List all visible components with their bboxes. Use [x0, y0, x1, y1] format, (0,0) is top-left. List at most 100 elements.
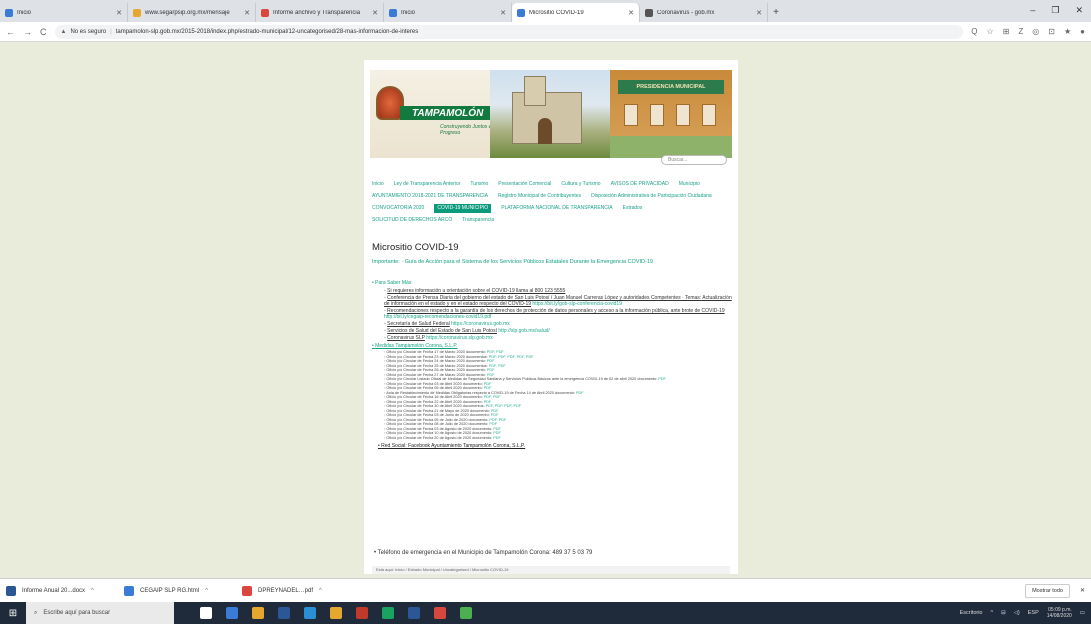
pdf-link[interactable]: PDF [491, 413, 499, 417]
extension-icon[interactable]: ⊡ [1048, 27, 1055, 36]
download-item[interactable]: Informe Anual 20...docx ^ [6, 585, 114, 596]
browser-tab[interactable]: Coronavirus - gob.mx ✕ [640, 3, 768, 22]
taskbar-app-icon[interactable] [434, 607, 446, 619]
language-indicator[interactable]: ESP [1028, 610, 1039, 616]
download-item[interactable]: DPREYNADEL…pdf ^ [242, 585, 350, 596]
browser-tab[interactable]: www.segarpsip.org.mx/mensaje ✕ [128, 3, 256, 22]
taskbar-app-icon[interactable] [460, 607, 472, 619]
tab-close-icon[interactable]: ✕ [244, 9, 250, 17]
important-link[interactable]: Importante: · Guía de Acción para el Sis… [372, 259, 653, 265]
browser-tab[interactable]: Inicio ✕ [0, 3, 128, 22]
extension-icon[interactable]: Z [1018, 27, 1023, 36]
resource-url[interactable]: http://slp.gob.mx/salud/ [498, 328, 549, 334]
pdf-link[interactable]: PDF [493, 427, 501, 431]
resource-link[interactable]: Coronavirus SLP [387, 335, 425, 341]
facebook-link[interactable]: • Red Social: Facebook Ayuntamiento Tamp… [372, 443, 732, 449]
pdf-link[interactable]: PDF [491, 409, 499, 413]
menu-item[interactable]: PLATAFORMA NACIONAL DE TRANSPARENCIA [501, 202, 612, 214]
resource-url[interactable]: https://coronavirus.slp.gob.mx [426, 335, 492, 341]
resource-url[interactable]: https://coronavirus.gob.mx [451, 321, 510, 327]
taskbar-app-icon[interactable] [382, 607, 394, 619]
show-all-downloads-button[interactable]: Mostrar todo [1025, 583, 1070, 598]
pdf-link[interactable]: PDF, PDF [484, 395, 501, 399]
taskbar-app-icon[interactable] [356, 607, 368, 619]
extension-icon[interactable]: ◎ [1032, 27, 1039, 36]
desktop-label[interactable]: Escritorio [960, 610, 983, 616]
chevron-up-icon[interactable]: ^ [205, 588, 208, 594]
download-item[interactable]: CEGAIP SLP RG.html ^ [124, 585, 232, 596]
pdf-link[interactable]: PDF, PDF [489, 364, 506, 368]
pdf-link[interactable]: PDF, PDF, PDF, PDF, PDF [489, 355, 534, 359]
close-downloads-icon[interactable]: ✕ [1080, 587, 1085, 594]
site-logo-text[interactable]: TAMPAMOLÓN [400, 106, 490, 120]
pdf-link[interactable]: PDF, PDF [487, 350, 504, 354]
pdf-link[interactable]: PDF [658, 377, 666, 381]
clock[interactable]: 05:09 p.m. 14/08/2020 [1047, 607, 1072, 619]
menu-item[interactable]: Transparencia [462, 214, 494, 226]
tab-close-icon[interactable]: ✕ [372, 9, 378, 17]
browser-tab[interactable]: Micrositio COVID-19 ✕ [512, 3, 640, 22]
chevron-up-icon[interactable]: ^ [91, 588, 94, 594]
taskbar-app-icon[interactable] [200, 607, 212, 619]
menu-item[interactable]: Ley de Transparencia Anterior [394, 178, 461, 190]
network-icon[interactable]: ⊟ [1001, 610, 1006, 616]
resource-link[interactable]: Si requieres información u orientación s… [387, 288, 565, 294]
menu-item[interactable]: AVISOS DE PRIVACIDAD [611, 178, 669, 190]
menu-item[interactable]: Inicio [372, 178, 384, 190]
tab-close-icon[interactable]: ✕ [116, 9, 122, 17]
pdf-link[interactable]: PDF [487, 359, 495, 363]
tab-close-icon[interactable]: ✕ [500, 9, 506, 17]
back-icon[interactable]: ← [6, 27, 15, 37]
browser-tab[interactable]: Informe anchivo y Transparencia ✕ [256, 3, 384, 22]
menu-item[interactable]: Cultura y Turismo [561, 178, 600, 190]
menu-item[interactable]: CONVOCATORIA 2020 [372, 202, 424, 214]
volume-icon[interactable]: ◁) [1014, 610, 1020, 616]
url-field[interactable]: ▲ No es seguro | tampamolon-slp.gob.mx/2… [54, 24, 964, 39]
site-search-input[interactable]: Buscar... [661, 155, 727, 165]
tab-close-icon[interactable]: ✕ [628, 9, 634, 17]
resource-link[interactable]: Secretaría de Salud Federal [387, 321, 450, 327]
pdf-link[interactable]: PDF [484, 382, 492, 386]
pdf-link[interactable]: PDF [493, 436, 501, 440]
taskbar-app-icon[interactable] [408, 607, 420, 619]
menu-item[interactable]: COVID-19 MUNICIPIO [434, 204, 492, 213]
resource-link[interactable]: Servicios de Salud del Estado de San Lui… [387, 328, 497, 334]
close-window-button[interactable]: ✕ [1075, 5, 1083, 16]
section-title-medidas[interactable]: • Medidas Tampamolón Corona, S.L.P. [372, 343, 732, 349]
chevron-up-icon[interactable]: ^ [319, 588, 322, 594]
windows-start-icon[interactable]: ⊞ [0, 602, 26, 624]
extension-icon[interactable]: Q [971, 27, 977, 36]
pdf-link[interactable]: PDF [489, 422, 497, 426]
browser-tab[interactable]: Inicio ✕ [384, 3, 512, 22]
tab-close-icon[interactable]: ✕ [756, 9, 762, 17]
extension-icon[interactable]: ● [1080, 27, 1085, 36]
notifications-icon[interactable]: ▭ [1080, 610, 1085, 616]
menu-item[interactable]: Municipio [679, 178, 700, 190]
menu-item[interactable]: Turismo [470, 178, 488, 190]
taskbar-search-input[interactable]: ⌕ Escribe aquí para buscar [26, 602, 174, 624]
pdf-link[interactable]: PDF [493, 431, 501, 435]
pdf-link[interactable]: PDF, PDF, PDF, PDF [486, 404, 521, 408]
reload-icon[interactable]: C [40, 27, 47, 37]
tray-chevron-icon[interactable]: ^ [990, 610, 993, 616]
taskbar-app-icon[interactable] [252, 607, 264, 619]
forward-icon[interactable]: → [23, 27, 32, 37]
taskbar-app-icon[interactable] [278, 607, 290, 619]
menu-item[interactable]: AYUNTAMIENTO 2018-2021 DE TRANSPARENCIA [372, 190, 488, 202]
taskbar-app-icon[interactable] [304, 607, 316, 619]
minimize-button[interactable]: – [1030, 5, 1035, 16]
pdf-link[interactable]: PDF [487, 368, 495, 372]
extension-icon[interactable]: ☆ [987, 27, 994, 36]
extension-icon[interactable]: ★ [1064, 27, 1071, 36]
resource-url[interactable]: http://bit.ly/cegaip-recomendaciones-cov… [384, 314, 491, 320]
pdf-link[interactable]: PDF [484, 400, 492, 404]
extension-icon[interactable]: ⊞ [1003, 27, 1010, 36]
maximize-button[interactable]: ❐ [1051, 5, 1059, 16]
section-title-para-saber-mas[interactable]: • Para Saber Más: [372, 280, 732, 286]
pdf-link[interactable]: PDF [484, 386, 492, 390]
menu-item[interactable]: Registro Municipal de Contribuyentes [498, 190, 581, 202]
taskbar-app-icon[interactable] [226, 607, 238, 619]
menu-item[interactable]: Disposición Administrativa de Participac… [591, 190, 712, 202]
pdf-link[interactable]: PDF [576, 391, 584, 395]
menu-item[interactable]: SOLICITUD DE DERECHOS ARCO [372, 214, 452, 226]
